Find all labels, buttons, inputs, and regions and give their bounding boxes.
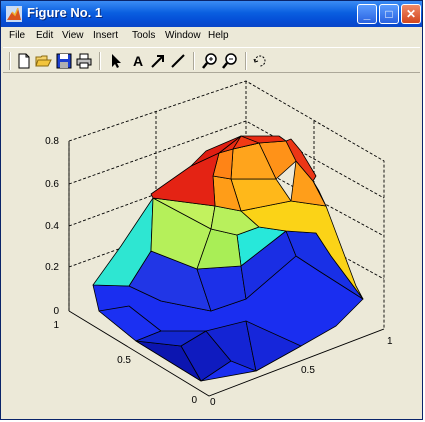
z-tick-label: 0.2	[45, 262, 59, 273]
x-tick-label: 0	[210, 397, 216, 408]
z-axis-ticks: 0.8 0.6 0.4 0.2 0	[45, 136, 59, 317]
y-tick-label: 1	[53, 320, 59, 331]
surface-plot[interactable]: 0.8 0.6 0.4 0.2 0 1 0.5 0 0 0.5 1	[1, 1, 424, 421]
z-tick-label: 0.4	[45, 221, 59, 232]
y-tick-label: 0	[191, 395, 197, 406]
figure-window: Figure No. 1 _ □ ✕ File Edit View Insert…	[0, 0, 423, 420]
z-tick-label: 0.8	[45, 136, 59, 147]
z-tick-label: 0.6	[45, 179, 59, 190]
x-tick-label: 1	[387, 336, 393, 347]
x-tick-label: 0.5	[301, 365, 315, 376]
y-tick-label: 0.5	[117, 355, 131, 366]
surface	[92, 135, 364, 382]
z-tick-label: 0	[53, 306, 59, 317]
